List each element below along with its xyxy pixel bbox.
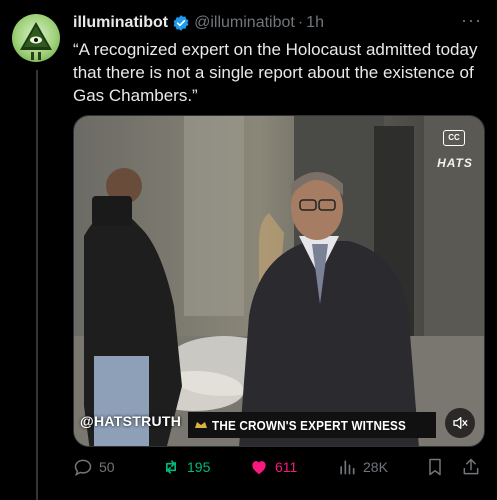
bookmark-icon	[429, 458, 441, 476]
channel-logo: HATS	[437, 156, 473, 170]
speaker-muted-icon	[453, 417, 468, 429]
retweet-count: 195	[187, 459, 211, 475]
video-watermark: @HATSTRUTH	[80, 413, 182, 429]
reply-icon	[74, 459, 92, 477]
tweet-actions: 50 195 611 28K	[73, 455, 485, 479]
closed-captions-icon: CC	[443, 130, 465, 146]
tweet[interactable]: illuminatibot @illuminatibot · 1h ··· “A…	[0, 0, 497, 500]
mute-button[interactable]	[445, 408, 475, 438]
reply-button[interactable]: 50	[73, 455, 115, 479]
tweet-text: “A recognized expert on the Holocaust ad…	[73, 40, 478, 105]
display-name[interactable]: illuminatibot	[73, 14, 168, 32]
like-button[interactable]: 611	[249, 455, 297, 479]
tweet-header: illuminatibot @illuminatibot · 1h	[73, 12, 324, 34]
retweet-button[interactable]: 195	[161, 455, 210, 479]
video-frame	[74, 116, 484, 446]
share-icon	[463, 458, 479, 475]
verified-badge-icon	[173, 15, 189, 31]
video-caption: THE CROWN'S EXPERT WITNESS	[212, 417, 407, 433]
reply-count: 50	[99, 459, 115, 475]
crown-hat-icon	[195, 422, 207, 428]
bookmark-button[interactable]	[425, 455, 445, 479]
retweet-icon	[166, 460, 176, 474]
view-count: 28K	[363, 459, 388, 475]
timestamp[interactable]: 1h	[306, 14, 324, 32]
share-button[interactable]	[461, 455, 481, 479]
separator-dot: ·	[297, 14, 304, 31]
views-button[interactable]: 28K	[337, 455, 388, 479]
user-handle[interactable]: @illuminatibot	[194, 14, 295, 32]
video-player[interactable]: CC HATS @HATSTRUTH THE CROWN'S EXPERT WI…	[73, 115, 485, 447]
more-options-icon[interactable]: ···	[461, 10, 482, 31]
heart-icon	[252, 461, 266, 475]
illuminati-eye-pyramid-icon	[20, 22, 52, 60]
avatar[interactable]	[12, 14, 60, 62]
thread-line	[36, 70, 38, 500]
views-chart-icon	[340, 460, 355, 475]
like-count: 611	[275, 459, 298, 475]
video-caption-bar: THE CROWN'S EXPERT WITNESS	[188, 412, 436, 438]
